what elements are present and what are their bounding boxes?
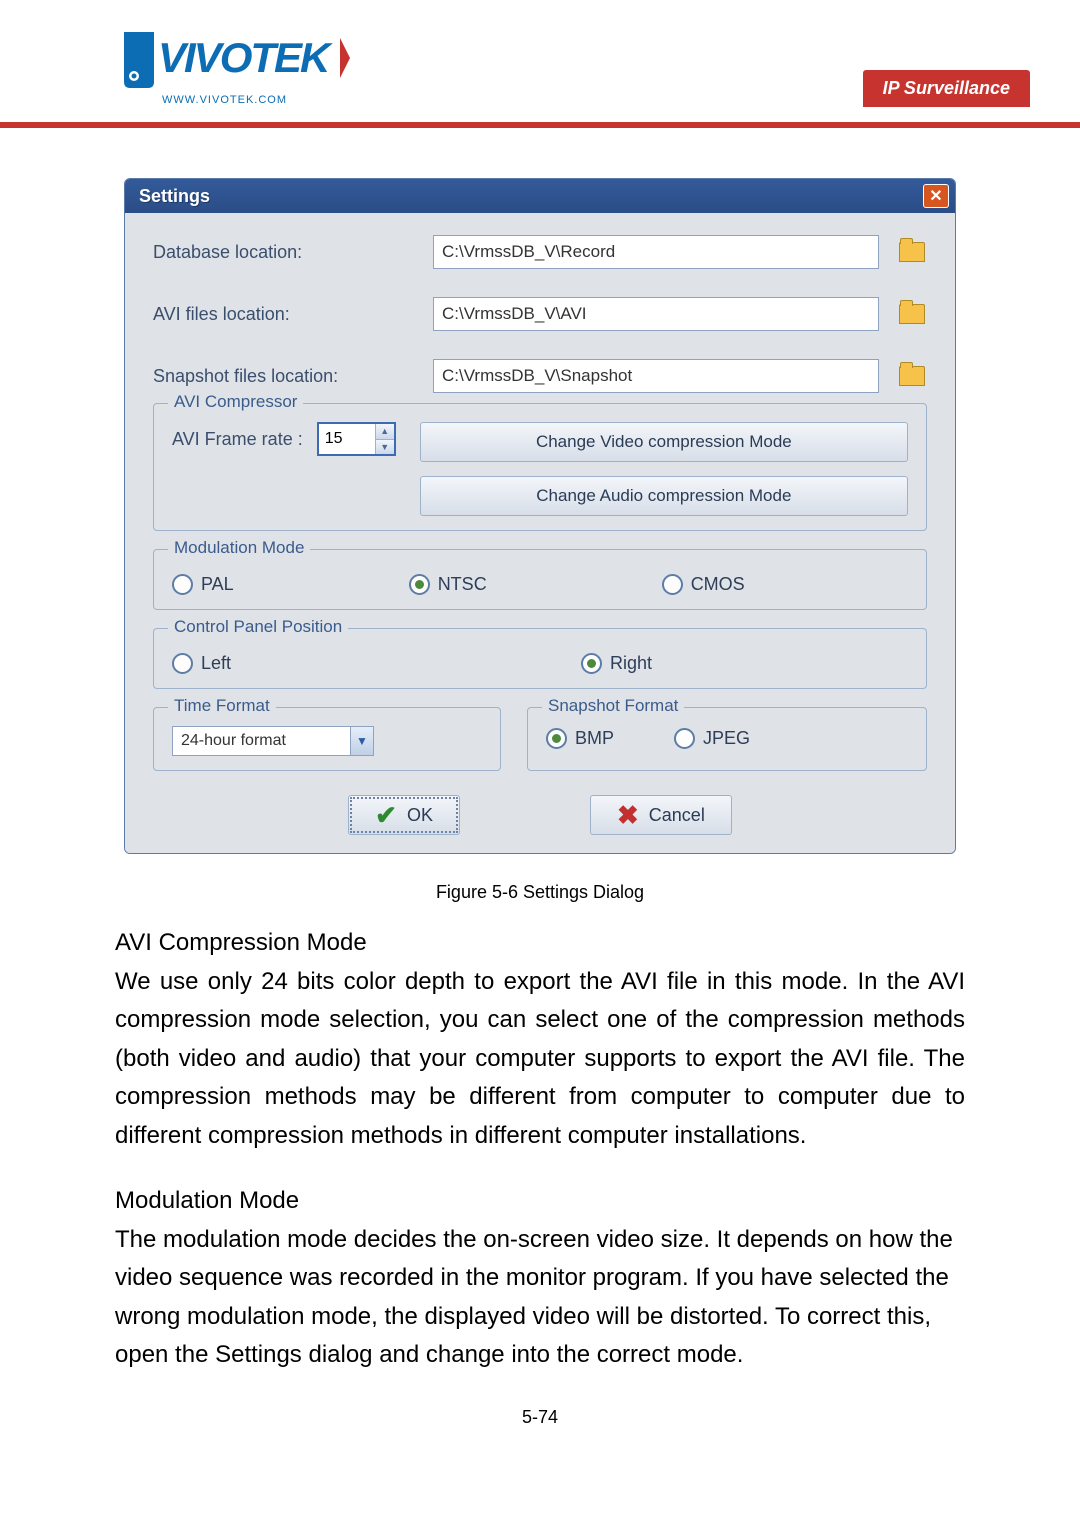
radio-selected-icon [546, 728, 567, 749]
modulation-mode-group: Modulation Mode PAL NTSC CMOS [153, 549, 927, 610]
avi-compressor-group: AVI Compressor AVI Frame rate : 15 ▲ ▼ [153, 403, 927, 531]
avi-location-row: AVI files location: C:\VrmssDB_V\AVI [153, 297, 927, 331]
control-panel-position-legend: Control Panel Position [168, 617, 348, 637]
avi-frame-rate-value[interactable]: 15 [319, 424, 375, 454]
avi-location-input[interactable]: C:\VrmssDB_V\AVI [433, 297, 879, 331]
snapshot-location-row: Snapshot files location: C:\VrmssDB_V\Sn… [153, 359, 927, 393]
time-format-legend: Time Format [168, 696, 276, 716]
folder-icon [899, 366, 925, 386]
avi-frame-rate-spinner[interactable]: 15 ▲ ▼ [317, 422, 396, 456]
avi-compressor-legend: AVI Compressor [168, 392, 303, 412]
pal-radio[interactable]: PAL [172, 574, 234, 595]
radio-icon [172, 653, 193, 674]
right-label: Right [610, 653, 652, 674]
spinner-down-button[interactable]: ▼ [376, 439, 394, 455]
ok-button[interactable]: ✔ OK [348, 795, 460, 835]
modulation-mode-legend: Modulation Mode [168, 538, 310, 558]
x-icon: ✖ [617, 800, 639, 831]
radio-icon [172, 574, 193, 595]
avi-location-label: AVI files location: [153, 304, 433, 325]
database-location-row: Database location: C:\VrmssDB_V\Record [153, 235, 927, 269]
titlebar: Settings ✕ [125, 179, 955, 213]
snapshot-format-legend: Snapshot Format [542, 696, 684, 716]
close-button[interactable]: ✕ [923, 184, 949, 208]
vivotek-logo-icon: VIVOTEK [120, 28, 350, 98]
close-icon: ✕ [929, 186, 942, 206]
cancel-label: Cancel [649, 805, 705, 826]
ok-label: OK [407, 805, 433, 826]
dialog-body: Database location: C:\VrmssDB_V\Record A… [125, 213, 955, 853]
snapshot-browse-button[interactable] [897, 363, 927, 389]
change-video-compression-button[interactable]: Change Video compression Mode [420, 422, 908, 462]
cmos-radio[interactable]: CMOS [662, 574, 745, 595]
time-format-combo[interactable]: 24-hour format ▼ [172, 726, 374, 756]
avi-browse-button[interactable] [897, 301, 927, 327]
right-radio[interactable]: Right [581, 653, 652, 674]
figure-caption: Figure 5-6 Settings Dialog [115, 882, 965, 903]
database-location-input[interactable]: C:\VrmssDB_V\Record [433, 235, 879, 269]
folder-icon [899, 242, 925, 262]
time-format-value: 24-hour format [173, 727, 350, 755]
modulation-paragraph: The modulation mode decides the on-scree… [115, 1221, 965, 1375]
avi-compression-paragraph: We use only 24 bits color depth to expor… [115, 963, 965, 1155]
radio-selected-icon [581, 653, 602, 674]
bmp-label: BMP [575, 728, 614, 749]
jpeg-radio[interactable]: JPEG [674, 728, 750, 749]
left-label: Left [201, 653, 231, 674]
settings-dialog: Settings ✕ Database location: C:\VrmssDB… [124, 178, 956, 854]
avi-compression-heading: AVI Compression Mode [115, 929, 965, 957]
dialog-title: Settings [139, 186, 210, 207]
pal-label: PAL [201, 574, 234, 595]
ip-surveillance-label: IP Surveillance [863, 70, 1030, 107]
cancel-button[interactable]: ✖ Cancel [590, 795, 732, 835]
database-location-label: Database location: [153, 242, 433, 263]
cmos-label: CMOS [691, 574, 745, 595]
spinner-up-button[interactable]: ▲ [376, 424, 394, 439]
snapshot-format-group: Snapshot Format BMP JPEG [527, 707, 927, 771]
brand-logo: VIVOTEK WWW.VIVOTEK.COM [120, 28, 350, 106]
chevron-down-icon: ▼ [356, 734, 368, 748]
check-icon: ✔ [375, 800, 397, 831]
snapshot-location-label: Snapshot files location: [153, 366, 433, 387]
chevron-down-icon: ▼ [380, 442, 389, 452]
chevron-up-icon: ▲ [380, 426, 389, 436]
change-audio-compression-button[interactable]: Change Audio compression Mode [420, 476, 908, 516]
radio-icon [662, 574, 683, 595]
page-number: 5-74 [115, 1407, 965, 1428]
svg-text:VIVOTEK: VIVOTEK [158, 34, 333, 81]
database-browse-button[interactable] [897, 239, 927, 265]
radio-selected-icon [409, 574, 430, 595]
modulation-heading: Modulation Mode [115, 1187, 965, 1215]
ntsc-radio[interactable]: NTSC [409, 574, 487, 595]
bmp-radio[interactable]: BMP [546, 728, 614, 749]
header-bar: VIVOTEK WWW.VIVOTEK.COM IP Surveillance [0, 0, 1080, 128]
folder-icon [899, 304, 925, 324]
snapshot-location-input[interactable]: C:\VrmssDB_V\Snapshot [433, 359, 879, 393]
jpeg-label: JPEG [703, 728, 750, 749]
ntsc-label: NTSC [438, 574, 487, 595]
avi-frame-rate-label: AVI Frame rate : [172, 429, 303, 450]
control-panel-position-group: Control Panel Position Left Right [153, 628, 927, 689]
brand-url: WWW.VIVOTEK.COM [162, 94, 350, 106]
combo-dropdown-button[interactable]: ▼ [350, 727, 373, 755]
time-format-group: Time Format 24-hour format ▼ [153, 707, 501, 771]
left-radio[interactable]: Left [172, 653, 231, 674]
radio-icon [674, 728, 695, 749]
